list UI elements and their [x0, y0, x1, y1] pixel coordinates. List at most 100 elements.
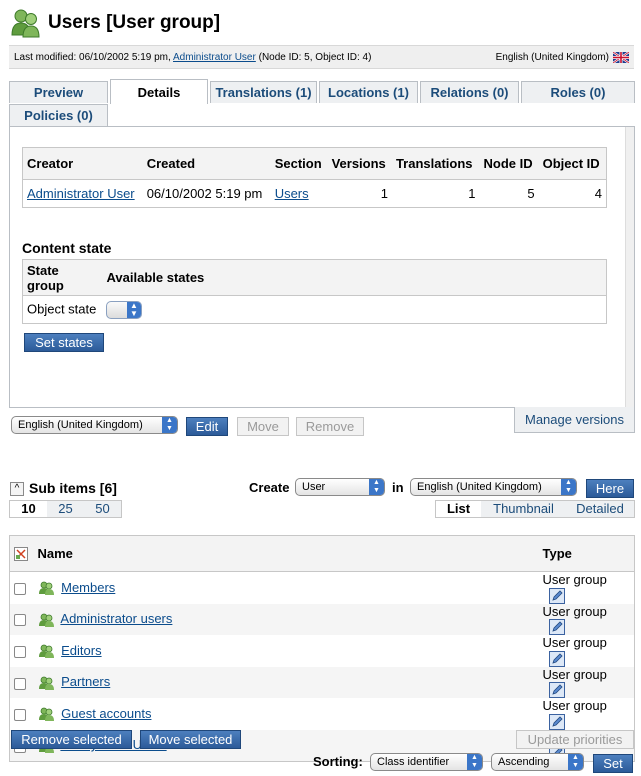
edit-icon[interactable]	[548, 682, 565, 699]
language-select-value: English (United Kingdom)	[18, 419, 143, 431]
row-type: User group	[542, 698, 607, 714]
tab-roles[interactable]: Roles (0)	[521, 81, 635, 103]
set-sorting-button[interactable]: Set	[593, 754, 633, 773]
tab-translations[interactable]: Translations (1)	[210, 81, 317, 103]
tab-details[interactable]: Details	[110, 79, 208, 104]
tab-relations[interactable]: Relations (0)	[420, 81, 519, 103]
table-row: Members User group	[10, 572, 635, 604]
user-group-icon	[11, 9, 40, 38]
last-modified-text: Last modified: 06/10/2002 5:19 pm,	[14, 51, 171, 63]
manage-versions-button[interactable]: Manage versions	[514, 407, 635, 433]
row-name-link[interactable]: Editors	[61, 643, 101, 658]
table-row: Guest accounts User group	[10, 698, 635, 730]
content-state-heading: Content state	[22, 240, 112, 256]
object-state-label: Object state	[27, 300, 97, 316]
row-type: User group	[542, 603, 607, 619]
select-arrow-icon: ▲ ▼	[162, 417, 177, 433]
row-checkbox[interactable]	[14, 582, 26, 595]
table-row: Editors User group	[10, 635, 635, 667]
col-available-states: Available states	[102, 259, 607, 296]
state-table: State group Available states Object stat…	[22, 259, 607, 324]
edit-icon[interactable]	[548, 587, 565, 604]
row-type: User group	[542, 635, 607, 651]
col-section: Section	[270, 147, 328, 180]
sub-items-title: Sub items [6]	[29, 480, 117, 496]
col-node-id: Node ID	[479, 147, 539, 180]
node-info: (Node ID: 5, Object ID: 4)	[258, 51, 372, 63]
tab-locations[interactable]: Locations (1)	[319, 81, 418, 103]
page-size-10[interactable]: 10	[10, 501, 47, 517]
view-list[interactable]: List	[436, 501, 481, 517]
edit-icon[interactable]	[548, 650, 565, 667]
sort-field-value: Class identifier	[377, 756, 450, 768]
move-selected-button[interactable]: Move selected	[140, 730, 241, 749]
remove-button[interactable]: Remove	[296, 417, 364, 436]
here-button[interactable]: Here	[586, 479, 634, 498]
sorting-label: Sorting:	[313, 754, 363, 769]
row-name-link[interactable]: Partners	[61, 674, 110, 689]
sort-order-select[interactable]: Ascending ▲ ▼	[491, 753, 584, 771]
create-class-value: User	[302, 481, 326, 493]
modifier-link[interactable]: Administrator User	[173, 52, 256, 63]
edit-button[interactable]: Edit	[186, 417, 228, 436]
panel-scrollbar[interactable]	[625, 127, 634, 407]
invert-selection-icon[interactable]	[14, 547, 28, 562]
creator-link[interactable]: Administrator User	[27, 186, 135, 201]
chevron-up-icon: ^	[14, 483, 20, 494]
page-header: Users [User group]	[10, 6, 220, 40]
create-language-select[interactable]: English (United Kingdom) ▲ ▼	[410, 478, 577, 496]
set-states-button[interactable]: Set states	[24, 333, 104, 352]
sort-field-select[interactable]: Class identifier ▲ ▼	[370, 753, 483, 771]
edit-icon[interactable]	[548, 619, 565, 636]
details-table: Creator Created Section Versions Transla…	[22, 147, 607, 208]
view-thumbnail[interactable]: Thumbnail	[481, 501, 566, 517]
table-row: Administrator users User group	[9, 603, 635, 636]
row-checkbox[interactable]	[14, 709, 26, 722]
row-name-link[interactable]: Administrator users	[60, 611, 172, 626]
col-name: Name	[33, 535, 539, 572]
row-name-link[interactable]: Members	[61, 580, 115, 595]
versions-value: 1	[380, 186, 388, 201]
edit-icon[interactable]	[548, 713, 565, 730]
details-panel: Creator Created Section Versions Transla…	[9, 126, 635, 408]
row-type: User group	[542, 666, 607, 682]
collapse-toggle[interactable]: ^	[10, 482, 24, 496]
view-detailed[interactable]: Detailed	[566, 501, 634, 517]
sort-order-value: Ascending	[498, 756, 550, 768]
col-created: Created	[142, 147, 271, 180]
create-class-select[interactable]: User ▲ ▼	[295, 478, 385, 496]
row-checkbox[interactable]	[14, 614, 26, 627]
in-label: in	[392, 480, 404, 495]
select-arrow-icon: ▲ ▼	[467, 754, 482, 770]
tab-preview[interactable]: Preview	[9, 81, 108, 103]
create-language-value: English (United Kingdom)	[417, 481, 542, 493]
select-arrow-icon: ▲ ▼	[127, 301, 141, 318]
page-size-50[interactable]: 50	[84, 501, 121, 517]
row-checkbox[interactable]	[14, 645, 26, 658]
select-arrow-icon: ▲ ▼	[369, 479, 384, 495]
col-translations: Translations	[391, 147, 480, 180]
language-select[interactable]: English (United Kingdom) ▲ ▼	[11, 416, 178, 434]
section-link[interactable]: Users	[275, 186, 309, 201]
table-row: Partners User group	[9, 666, 635, 699]
meta-bar: Last modified: 06/10/2002 5:19 pm, Admin…	[9, 45, 634, 69]
user-group-icon	[38, 676, 54, 690]
remove-selected-button[interactable]: Remove selected	[11, 730, 132, 749]
page-size-25[interactable]: 25	[47, 501, 84, 517]
update-priorities-button[interactable]: Update priorities	[516, 730, 634, 749]
uk-flag-icon	[613, 51, 629, 63]
row-name-link[interactable]: Guest accounts	[61, 706, 151, 721]
tab-policies[interactable]: Policies (0)	[9, 104, 108, 126]
sub-items-table: Name Type Members User group Administrat…	[9, 535, 635, 763]
row-checkbox[interactable]	[14, 677, 26, 690]
translations-value: 1	[468, 186, 476, 201]
move-button[interactable]: Move	[237, 417, 289, 436]
user-group-icon	[38, 644, 54, 659]
create-label: Create	[249, 480, 290, 495]
row-type: User group	[542, 572, 607, 587]
object-state-select[interactable]: ▲ ▼	[106, 300, 142, 319]
node-id-value: 5	[527, 186, 535, 201]
user-group-icon	[38, 581, 54, 596]
page-title: Users [User group]	[48, 12, 221, 33]
col-type: Type	[538, 535, 635, 572]
